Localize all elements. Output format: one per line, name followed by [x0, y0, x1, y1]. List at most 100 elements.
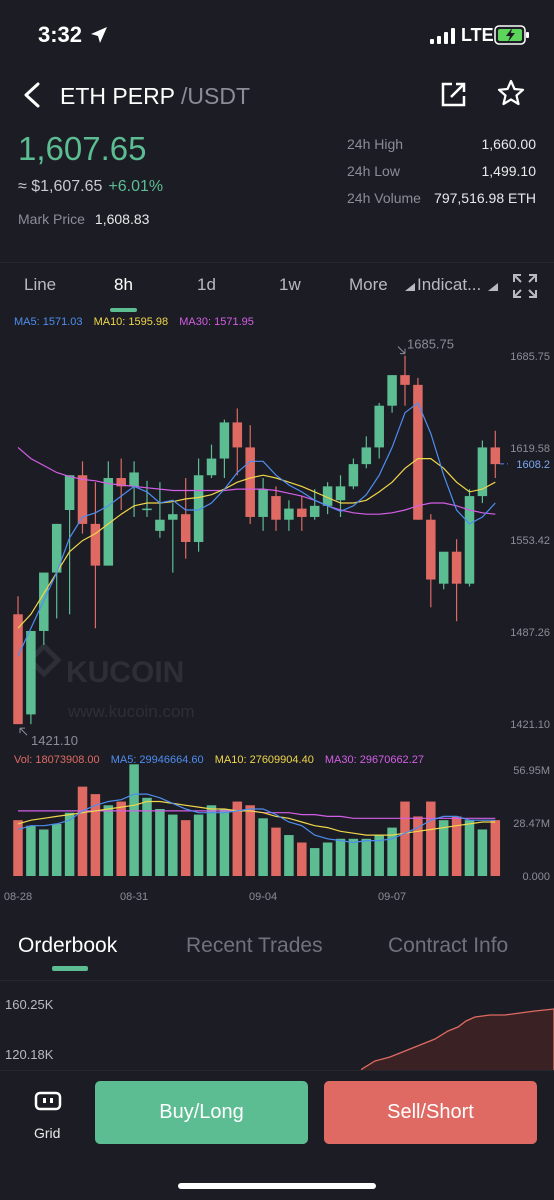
volume-bar	[103, 805, 114, 876]
candle-body	[155, 519, 165, 531]
stat-24h-low-label: 24h Low	[347, 163, 400, 179]
clock: 3:32	[38, 22, 83, 47]
volume-bar	[39, 829, 49, 876]
candle-body	[206, 458, 217, 476]
candle-body	[90, 523, 101, 566]
volume-bar	[64, 812, 75, 876]
volume-bar	[400, 801, 410, 876]
action-bar: Grid Buy/Long Sell/Short	[0, 1070, 554, 1200]
battery-charging-icon	[494, 25, 529, 45]
buy-long-button[interactable]: Buy/Long	[95, 1081, 308, 1144]
depth-chart: 160.25K 120.18K	[0, 980, 554, 1073]
date-axis-label: 09-04	[249, 891, 277, 903]
stat-24h-high-label: 24h High	[347, 136, 404, 152]
candle-body	[219, 422, 230, 459]
date-axis-label: 08-28	[4, 891, 32, 903]
stat-24h-low-value: 1,499.10	[481, 163, 537, 179]
candle-body	[245, 447, 255, 517]
candle-body	[451, 551, 462, 584]
volume-bar	[361, 838, 372, 876]
tab-8h[interactable]: 8h	[114, 275, 133, 295]
volume-bar	[116, 801, 126, 876]
candle-body	[129, 472, 139, 487]
active-info-tab-indicator	[52, 966, 88, 971]
candle-body	[335, 486, 346, 501]
grid-label[interactable]: Grid	[34, 1125, 60, 1141]
tab-orderbook[interactable]: Orderbook	[18, 934, 117, 958]
candle-body	[142, 508, 152, 511]
price-axis-label: 1487.26	[510, 627, 550, 639]
stat-24h-volume-label: 24h Volume	[347, 190, 421, 206]
tab-recent-trades[interactable]: Recent Trades	[186, 934, 323, 958]
volume-bar	[477, 829, 488, 876]
back-arrow-icon[interactable]	[22, 82, 42, 108]
tab-indicators[interactable]: Indicat...	[417, 275, 481, 295]
volume-bar	[142, 797, 152, 876]
legend-vol-ma5: MA5: 29946664.60	[110, 754, 204, 766]
favorite-star-icon[interactable]	[496, 78, 526, 108]
candle-body	[361, 447, 372, 465]
kline-chart[interactable]: KUCOIN www.kucoin.com 1685.75 1619.58 1553.4…	[0, 310, 554, 910]
tab-1w[interactable]: 1w	[279, 275, 301, 295]
ma10-line	[17, 458, 496, 629]
price-axis-label: 1619.58	[510, 443, 550, 455]
volume-legend: Vol: 18073908.00 MA5: 29946664.60 MA10: …	[14, 754, 432, 766]
candle-body	[168, 514, 178, 520]
candle-body	[258, 489, 268, 517]
mark-price-label: Mark Price	[18, 211, 85, 227]
volume-bar	[309, 848, 320, 876]
volume-bar	[219, 808, 230, 876]
legend-ma10: MA10: 1595.98	[93, 316, 169, 328]
candle-body	[490, 447, 501, 465]
ma5-line	[17, 401, 496, 657]
high-marker-label: 1685.75	[407, 337, 454, 352]
candle-body	[13, 614, 23, 725]
price-change-percent: +6.01%	[108, 178, 164, 195]
candle-body	[400, 375, 410, 385]
watermark-brand: KUCOIN	[66, 656, 184, 689]
volume-bar	[258, 818, 268, 876]
share-icon[interactable]	[440, 80, 468, 108]
stat-24h-volume-value: 797,516.98 ETH	[434, 190, 536, 206]
volume-axis-label: 56.95M	[513, 765, 550, 777]
volume-bar	[168, 814, 178, 876]
volume-bar	[271, 827, 281, 876]
tab-more[interactable]: More	[349, 275, 388, 295]
volume-bar	[180, 820, 191, 876]
legend-ma5: MA5: 1571.03	[14, 316, 83, 328]
candle-body	[374, 405, 384, 448]
legend-vol-ma30: MA30: 29670662.27	[324, 754, 424, 766]
candle-body	[438, 551, 449, 584]
volume-bar	[129, 764, 139, 876]
tab-1d[interactable]: 1d	[197, 275, 216, 295]
sell-short-button[interactable]: Sell/Short	[324, 1081, 537, 1144]
tab-contract-info[interactable]: Contract Info	[388, 934, 508, 958]
volume-axis-label: 0.000	[522, 871, 550, 883]
candle-body	[348, 464, 359, 487]
candle-body	[426, 519, 436, 580]
watermark-url: www.kucoin.com	[67, 702, 195, 721]
high-marker-arrow-icon	[397, 346, 406, 355]
candle-body	[309, 505, 320, 517]
volume-bar	[426, 801, 436, 876]
home-indicator	[178, 1183, 376, 1189]
candle-body	[180, 514, 191, 542]
depth-ask-area	[359, 1008, 554, 1073]
volume-bar	[77, 786, 88, 876]
mark-price-value: 1,608.83	[94, 211, 150, 227]
fullscreen-icon[interactable]	[512, 273, 538, 299]
volume-bar	[26, 825, 36, 876]
approx-fiat-price: ≈ $1,607.65	[18, 178, 103, 195]
volume-bar	[193, 814, 204, 876]
price-axis-label: 1685.75	[510, 351, 550, 363]
tab-line[interactable]: Line	[24, 275, 56, 295]
volume-bar	[348, 838, 359, 876]
candle-body	[232, 422, 243, 448]
last-price: 1,607.65	[18, 130, 147, 167]
network-type: LTE	[461, 25, 494, 45]
stat-24h-high-value: 1,660.00	[481, 136, 537, 152]
candle-body	[284, 508, 294, 520]
trading-pair-title[interactable]: ETH PERP /USDT	[60, 83, 250, 110]
signal-strength-icon	[430, 28, 455, 44]
grid-bot-icon[interactable]	[34, 1087, 62, 1115]
